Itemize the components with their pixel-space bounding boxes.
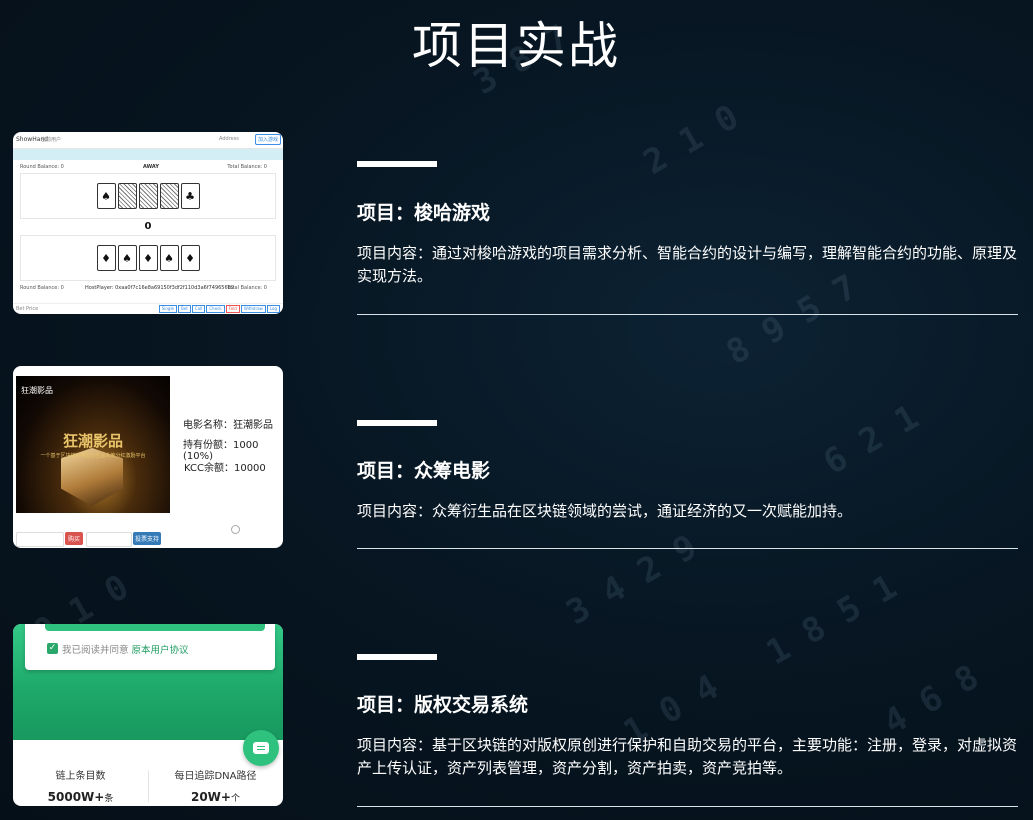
thumb-footer: Bet Price Single Bet Call Check Fold Wit…: [13, 303, 283, 314]
thumb-navbar: ShowHand 当前用户 Address 加入游戏: [13, 132, 283, 149]
playing-card: [138, 183, 158, 209]
thumb-action-button: Call: [191, 305, 206, 313]
host-player: HostPlayer: 0xaa0f7c16e8a69150f3df2f110d…: [85, 285, 235, 291]
thumb-action-button: Withdraw: [240, 305, 266, 313]
kcc-balance: KCC余额：10000: [184, 463, 266, 474]
playing-card: [117, 183, 137, 209]
radio-circle: [231, 525, 240, 534]
round-balance-bottom: Round Balance: 0: [20, 285, 64, 291]
playing-card: ♠: [117, 245, 137, 271]
project-description-crowdfunding-movie: 项目内容：众筹衍生品在区块链领域的尝试，通证经济的又一次赋能加持。: [357, 502, 853, 520]
chat-bubble-icon: [243, 730, 279, 766]
thumb-menu: 当前用户: [41, 137, 62, 143]
project-description-showhand: 项目内容：通过对梭哈游戏的项目需求分析、智能合约的设计与编写，理解智能合约的功能…: [357, 244, 1018, 285]
pot-value: 0: [144, 221, 152, 232]
project-accent-bar: [357, 654, 437, 660]
stat-label: 每日追踪DNA路径: [174, 771, 257, 782]
stat-label: 链上条目数: [55, 771, 106, 782]
thumb-action-button: Log: [266, 305, 280, 313]
total-balance-top: Total Balance: 0: [227, 164, 267, 170]
top-card-row: ♠ ♣: [20, 173, 276, 219]
project-accent-bar: [357, 420, 437, 426]
playing-card: ♣: [180, 183, 200, 209]
stat-value: 5000W+条: [47, 790, 114, 804]
bottom-card-row: ♦ ♠ ♦ ♠ ♦: [20, 235, 276, 281]
playing-card: ♦: [138, 245, 158, 271]
poster-logo: 狂潮影品: [21, 386, 53, 395]
project-thumbnail-crowdfunding-movie[interactable]: 狂潮影品 狂潮影品 一个基于区块链的电影衍生品众筹分红激励平台 电影名称：狂潮影…: [13, 366, 283, 548]
project-title-crowdfunding-movie: 项目：众筹电影: [357, 460, 491, 482]
project-divider: [357, 314, 1018, 315]
playing-card: ♠: [96, 183, 116, 209]
poster-subtitle: 一个基于区块链的电影衍生品众筹分红激励平台: [40, 453, 146, 459]
thumb-address-label: Address: [219, 136, 239, 142]
round-balance-top: Round Balance: 0: [20, 164, 64, 170]
total-balance-bottom: Total Balance: 0: [227, 285, 267, 291]
project-divider: [357, 806, 1018, 807]
thumb-action-button: Fold: [225, 305, 240, 313]
playing-card: ♦: [180, 245, 200, 271]
movie-poster: 狂潮影品 狂潮影品 一个基于区块链的电影衍生品众筹分红激励平台: [16, 376, 170, 513]
playing-card: ♠: [159, 245, 179, 271]
page-title: 项目实战: [412, 17, 620, 75]
away-label: AWAY: [143, 164, 159, 170]
green-button-edge: [45, 624, 265, 631]
thumb-action-button: Single: [158, 305, 178, 313]
project-divider: [357, 548, 1018, 549]
thumb-action-button: Check: [206, 305, 225, 313]
project-title-copyright-trading: 项目：版权交易系统: [357, 694, 529, 716]
project-thumbnail-copyright-trading[interactable]: ✓ 我已阅读并同意 原本用户协议 链上条目数 5000W+条 每日追踪DNA路径…: [13, 624, 283, 806]
playing-card: ♦: [96, 245, 116, 271]
checkbox-checked-icon: ✓: [47, 643, 58, 654]
project-accent-bar: [357, 161, 437, 167]
thumb-input: [86, 532, 132, 547]
stat-dna-tracking: 每日追踪DNA路径 20W+个: [148, 767, 283, 804]
agree-label: 我已阅读并同意: [62, 645, 129, 656]
thumb-vote-button: 投票支持: [133, 532, 161, 545]
project-thumbnail-showhand[interactable]: ShowHand 当前用户 Address 加入游戏 Round Balance…: [13, 132, 283, 314]
agree-link: 原本用户协议: [131, 645, 189, 656]
movie-name: 电影名称：狂潮影品: [183, 420, 273, 431]
thumb-join-button: 加入游戏: [254, 134, 281, 145]
playing-card: [159, 183, 179, 209]
poster-title: 狂潮影品: [62, 432, 123, 450]
agreement-text: 我已阅读并同意 原本用户协议: [62, 642, 189, 656]
stat-chain-entries: 链上条目数 5000W+条: [13, 767, 148, 804]
bet-price-label: Bet Price: [16, 306, 39, 312]
agreement-card: ✓ 我已阅读并同意 原本用户协议: [25, 624, 275, 670]
stat-value: 20W+个: [190, 790, 240, 804]
thumb-buy-button: 购买: [65, 532, 83, 545]
thumb-action-button: Bet: [178, 305, 191, 313]
thumb-input: [16, 532, 64, 547]
thumb-band: [13, 149, 283, 160]
project-description-copyright-trading: 项目内容：基于区块链的对版权原创进行保护和自助交易的平台，主要功能：注册，登录，…: [357, 736, 1018, 777]
project-title-showhand: 项目：梭哈游戏: [357, 202, 491, 224]
